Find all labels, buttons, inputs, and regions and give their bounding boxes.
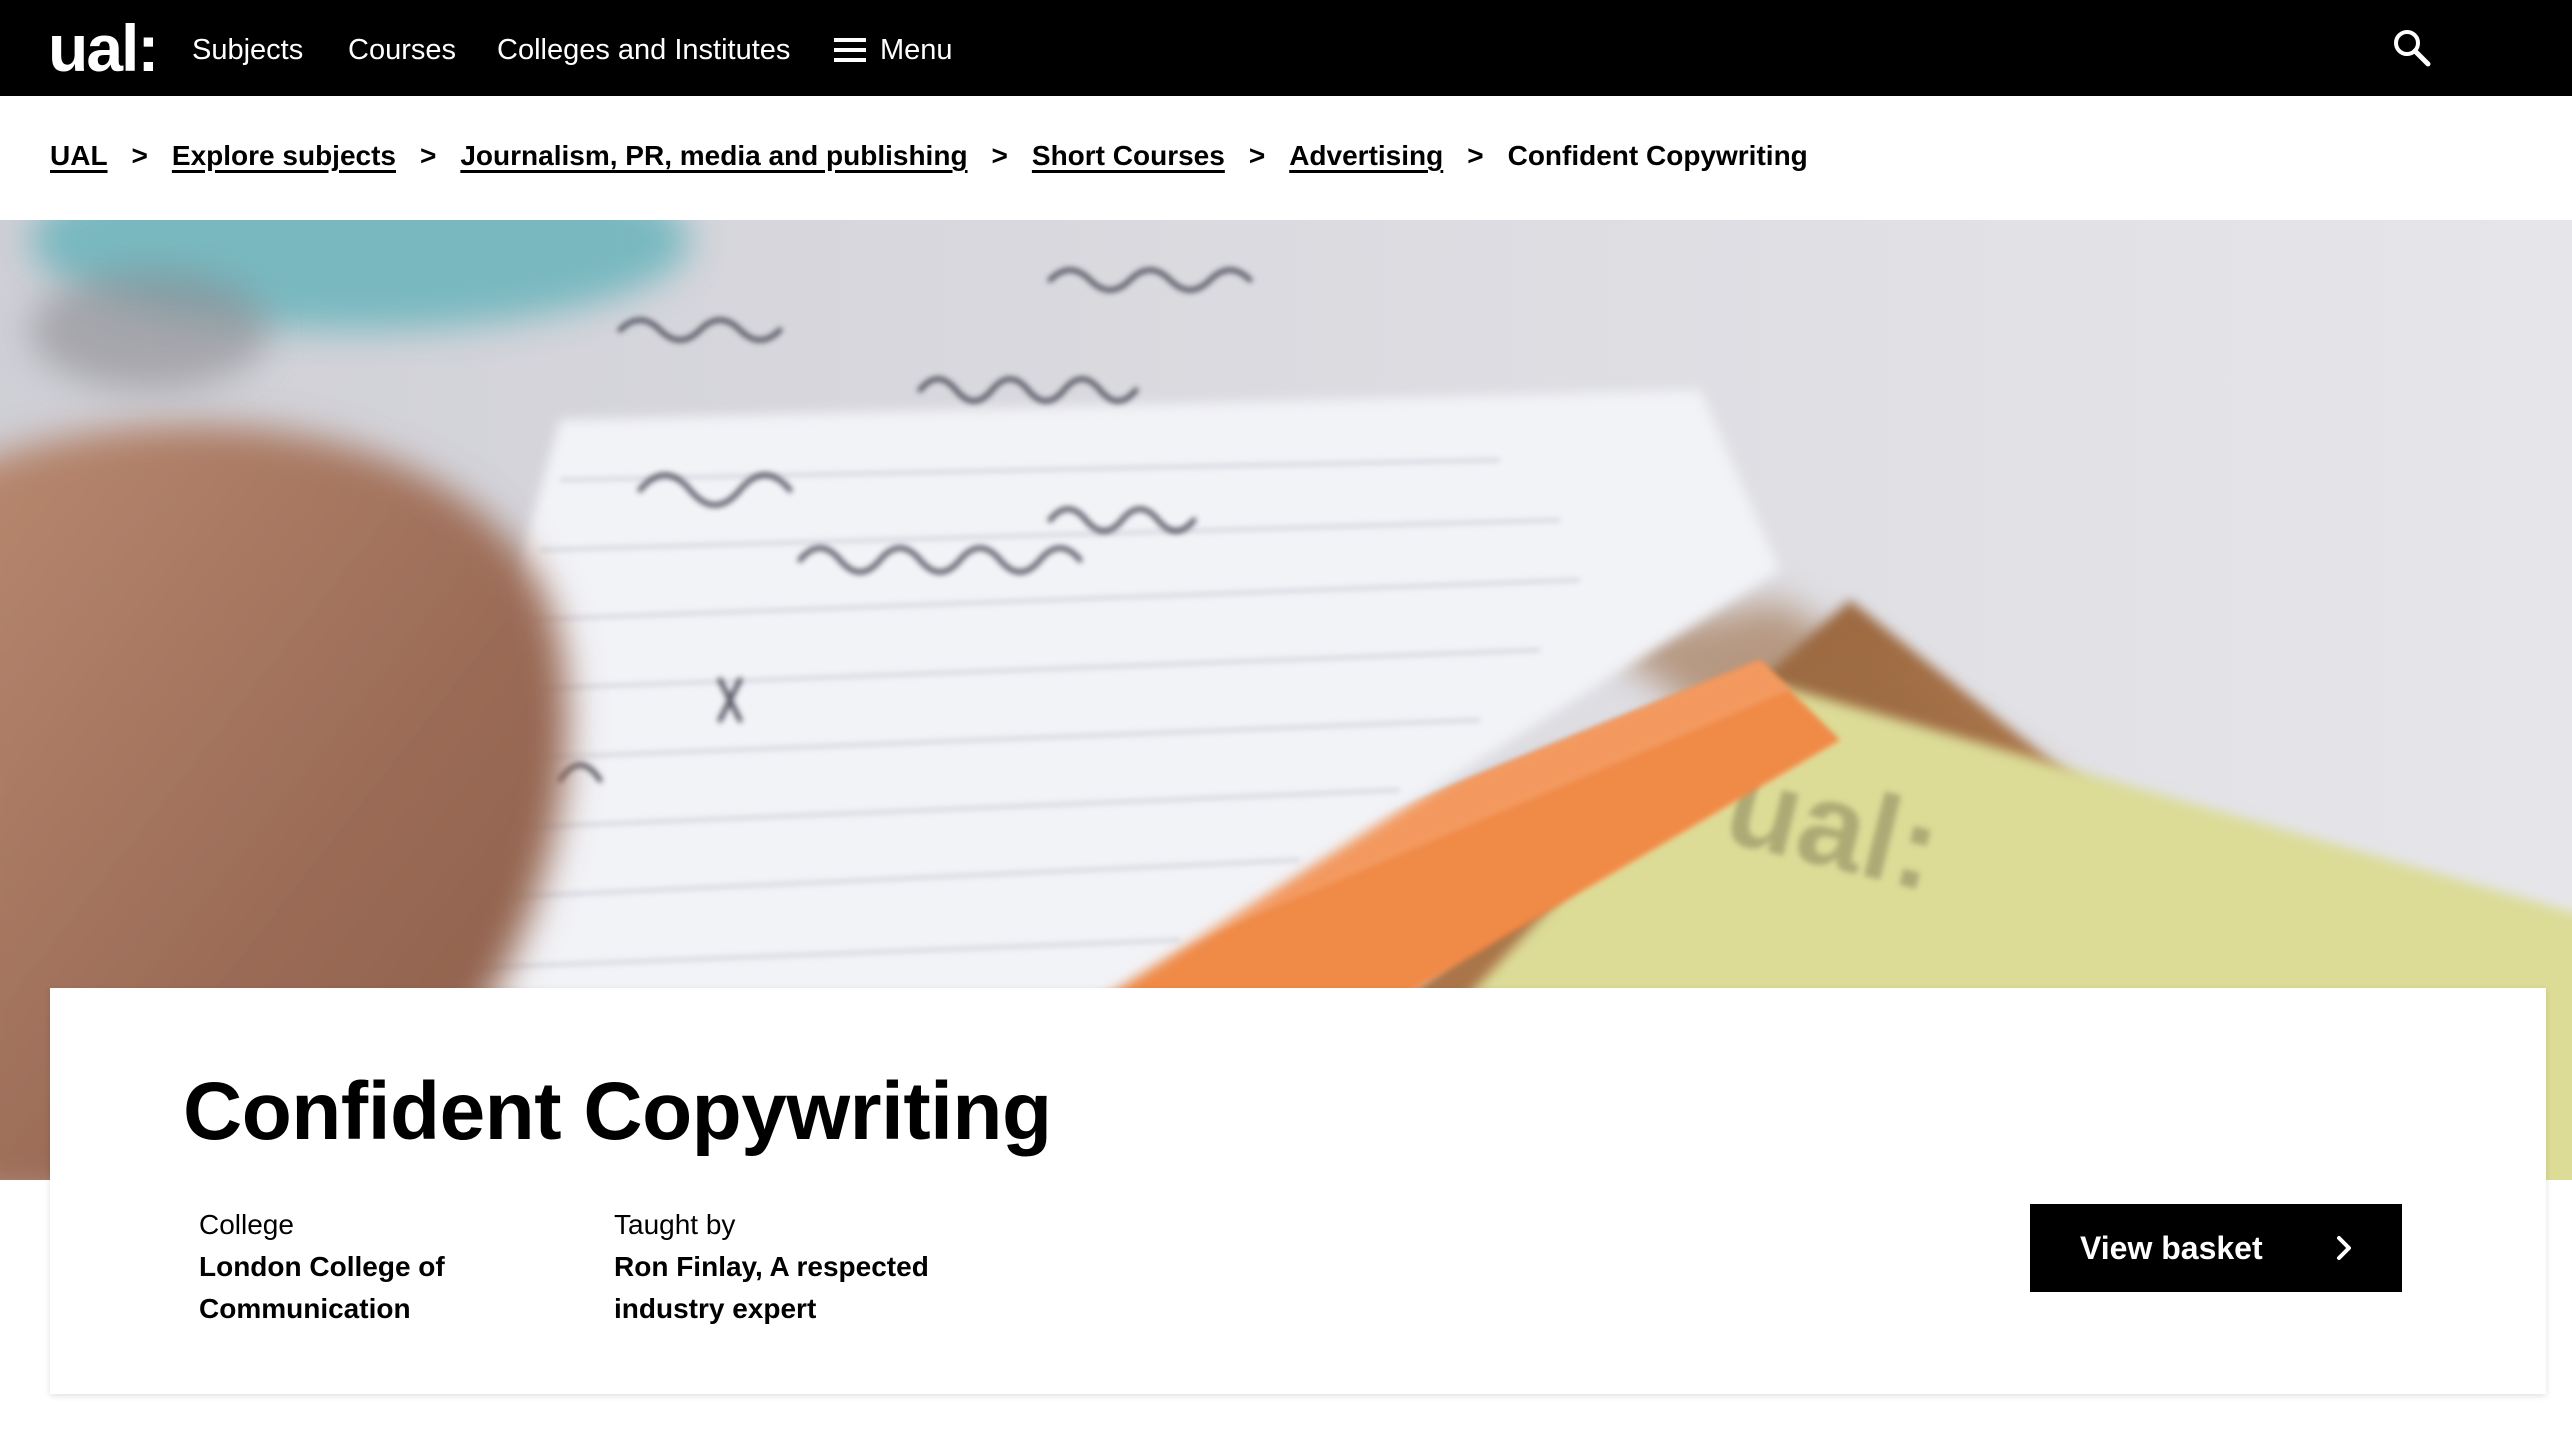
breadcrumb-separator: >: [420, 140, 437, 171]
breadcrumb-current: Confident Copywriting: [1507, 140, 1808, 171]
search-button[interactable]: [2392, 28, 2432, 68]
taught-by-value: Ron Finlay, A respected industry expert: [614, 1251, 929, 1324]
top-navigation: ual: Subjects Courses Colleges and Insti…: [0, 0, 2572, 96]
search-icon: [2394, 30, 2431, 67]
view-basket-button[interactable]: View basket: [2030, 1204, 2402, 1292]
breadcrumb-link-advertising[interactable]: Advertising: [1289, 140, 1443, 172]
college-label: College: [199, 1209, 294, 1240]
hamburger-icon: [834, 38, 866, 62]
breadcrumb-separator: >: [131, 140, 148, 171]
chevron-right-icon: [2337, 1236, 2351, 1260]
breadcrumb: UAL > Explore subjects > Journalism, PR,…: [50, 136, 1808, 176]
breadcrumb-separator: >: [1467, 140, 1484, 171]
breadcrumb-link-explore-subjects[interactable]: Explore subjects: [172, 140, 396, 172]
breadcrumb-link-journalism[interactable]: Journalism, PR, media and publishing: [460, 140, 967, 172]
breadcrumb-link-ual[interactable]: UAL: [50, 140, 108, 172]
nav-item-courses[interactable]: Courses: [348, 30, 456, 70]
taught-by-info: Taught by Ron Finlay, A respected indust…: [614, 1204, 994, 1330]
course-title: Confident Copywriting: [183, 1066, 1052, 1157]
menu-button[interactable]: Menu: [834, 30, 953, 70]
ual-logo[interactable]: ual:: [48, 10, 159, 86]
breadcrumb-separator: >: [991, 140, 1008, 171]
view-basket-label: View basket: [2080, 1229, 2263, 1266]
taught-by-label: Taught by: [614, 1209, 736, 1240]
nav-item-colleges[interactable]: Colleges and Institutes: [497, 30, 790, 70]
course-info-card: Confident Copywriting College London Col…: [50, 988, 2546, 1394]
menu-label: Menu: [880, 34, 953, 66]
college-info: College London College of Communication: [199, 1204, 529, 1330]
breadcrumb-link-short-courses[interactable]: Short Courses: [1032, 140, 1225, 172]
nav-item-subjects[interactable]: Subjects: [192, 30, 303, 70]
breadcrumb-separator: >: [1248, 140, 1266, 171]
college-value: London College of Communication: [199, 1251, 445, 1324]
